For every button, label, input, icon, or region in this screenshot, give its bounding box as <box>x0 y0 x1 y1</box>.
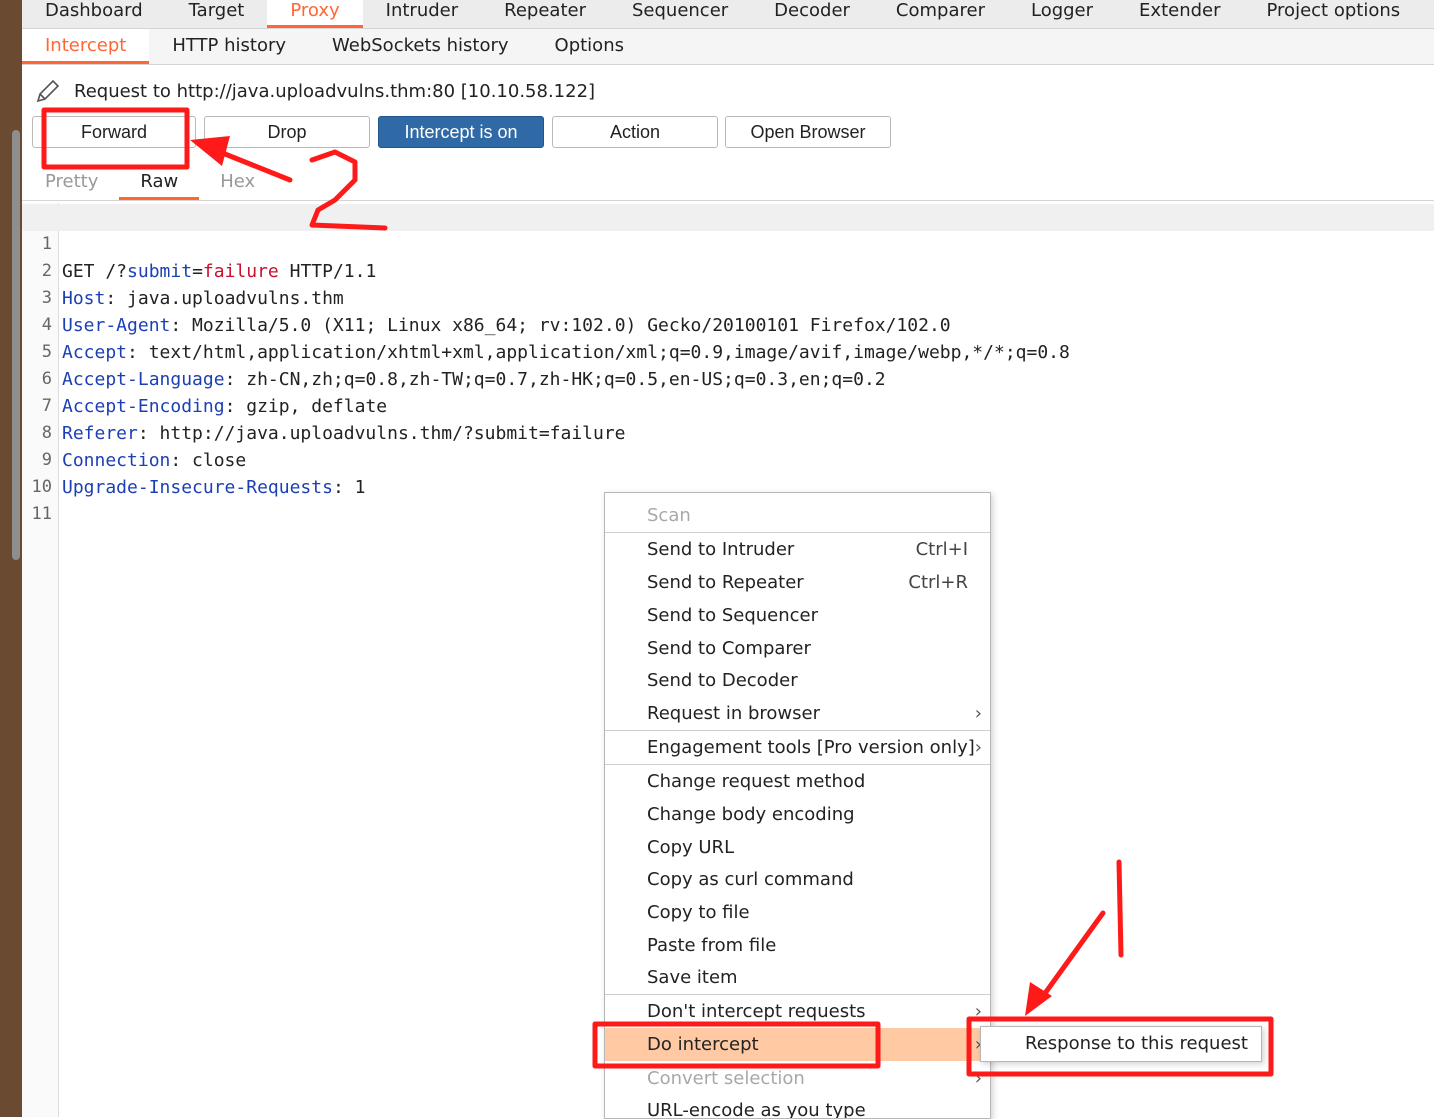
tab-dashboard[interactable]: Dashboard <box>22 0 166 28</box>
code-line[interactable]: 2 Host: java.uploadvulns.thm <box>22 231 1434 309</box>
tab-http-history[interactable]: HTTP history <box>149 29 309 64</box>
code-line[interactable]: 6 Accept-Encoding: gzip, deflate <box>22 339 1434 417</box>
tab-proxy-options[interactable]: Options <box>532 29 647 64</box>
tab-user-options[interactable]: U <box>1423 0 1434 28</box>
menu-item-convert-selection: Convert selection › <box>605 1062 990 1095</box>
tab-decoder[interactable]: Decoder <box>751 0 873 28</box>
main-tab-bar: Dashboard Target Proxy Intruder Repeater… <box>22 0 1434 29</box>
code-line[interactable]: 10 <box>22 447 1434 497</box>
menu-item-paste-from-file[interactable]: Paste from file <box>605 929 990 962</box>
chevron-right-icon: › <box>974 703 982 724</box>
proxy-sub-tab-bar: Intercept HTTP history WebSockets histor… <box>22 29 1434 65</box>
menu-item-do-intercept[interactable]: Do intercept › <box>605 1028 990 1061</box>
tab-comparer[interactable]: Comparer <box>873 0 1008 28</box>
action-button[interactable]: Action <box>552 116 718 148</box>
menu-item-send-to-comparer[interactable]: Send to Comparer <box>605 632 990 665</box>
menu-item-save-item[interactable]: Save item <box>605 961 990 994</box>
code-line[interactable]: 5 Accept-Language: zh-CN,zh;q=0.8,zh-TW;… <box>22 312 1434 390</box>
menu-item-scan: Scan <box>647 505 691 526</box>
intercept-toggle-button[interactable]: Intercept is on <box>378 116 544 148</box>
submenu-response-to-this-request[interactable]: Response to this request <box>980 1026 1262 1062</box>
shortcut-label: Ctrl+I <box>915 539 968 560</box>
menu-item-copy-to-file[interactable]: Copy to file <box>605 896 990 929</box>
menu-item-change-request-method[interactable]: Change request method <box>605 765 990 798</box>
tab-intercept[interactable]: Intercept <box>22 29 150 64</box>
menu-item-request-in-browser[interactable]: Request in browser › <box>605 697 990 730</box>
context-menu: Scan Send to Intruder Ctrl+I Send to Repe… <box>604 492 991 1119</box>
menu-item-change-body-encoding[interactable]: Change body encoding <box>605 798 990 831</box>
code-line[interactable]: 3 User-Agent: Mozilla/5.0 (X11; Linux x8… <box>22 258 1434 336</box>
menu-item-copy-as-curl[interactable]: Copy as curl command <box>605 863 990 896</box>
tab-extender[interactable]: Extender <box>1116 0 1243 28</box>
request-target-text: Request to http://java.uploadvulns.thm:8… <box>74 80 596 102</box>
message-view-tabs: Pretty Raw Hex <box>22 166 1434 201</box>
tab-target[interactable]: Target <box>166 0 268 28</box>
chevron-right-icon: › <box>974 1068 982 1089</box>
menu-item-send-to-repeater[interactable]: Send to Repeater Ctrl+R <box>605 566 990 599</box>
menu-item-dont-intercept-requests[interactable]: Don't intercept requests › <box>605 995 990 1028</box>
tab-intruder[interactable]: Intruder <box>363 0 481 28</box>
pencil-icon[interactable] <box>34 77 62 105</box>
tab-websockets-history[interactable]: WebSockets history <box>309 29 532 64</box>
drop-button[interactable]: Drop <box>204 116 370 148</box>
tab-repeater[interactable]: Repeater <box>481 0 609 28</box>
tab-proxy[interactable]: Proxy <box>267 0 363 28</box>
menu-item-copy-url[interactable]: Copy URL <box>605 831 990 864</box>
code-line[interactable]: 7 Referer: http://java.uploadvulns.thm/?… <box>22 366 1434 444</box>
shortcut-label: Ctrl+R <box>908 572 968 593</box>
tab-sequencer[interactable]: Sequencer <box>609 0 751 28</box>
tab-hex[interactable]: Hex <box>199 166 276 200</box>
menu-item-send-to-decoder[interactable]: Send to Decoder <box>605 664 990 697</box>
line-number: 11 <box>31 504 52 524</box>
chevron-right-icon: › <box>974 1001 982 1022</box>
outer-scrollbar[interactable] <box>12 130 20 560</box>
code-line[interactable]: 4 Accept: text/html,application/xhtml+xm… <box>22 285 1434 363</box>
menu-item-engagement-tools[interactable]: Engagement tools [Pro version only] › <box>605 731 990 764</box>
chevron-right-icon: › <box>974 737 982 758</box>
desktop-edge <box>0 0 22 1117</box>
open-browser-button[interactable]: Open Browser <box>725 116 891 148</box>
code-line[interactable]: 9 Upgrade-Insecure-Requests: 1 <box>22 420 1434 498</box>
menu-item-url-encode-as-you-type[interactable]: URL-encode as you type <box>605 1094 990 1118</box>
code-line[interactable]: 1 GET /?submit=failure HTTP/1.1 <box>22 204 1434 282</box>
menu-item-send-to-intruder[interactable]: Send to Intruder Ctrl+I <box>605 533 990 566</box>
forward-button[interactable]: Forward <box>32 116 196 148</box>
tab-pretty[interactable]: Pretty <box>24 166 119 200</box>
code-line[interactable]: 8 Connection: close <box>22 393 1434 471</box>
tab-project-options[interactable]: Project options <box>1244 0 1424 28</box>
request-target-line: Request to http://java.uploadvulns.thm:8… <box>34 76 595 106</box>
tab-raw[interactable]: Raw <box>119 166 200 200</box>
tab-logger[interactable]: Logger <box>1008 0 1116 28</box>
menu-item-send-to-sequencer[interactable]: Send to Sequencer <box>605 599 990 632</box>
